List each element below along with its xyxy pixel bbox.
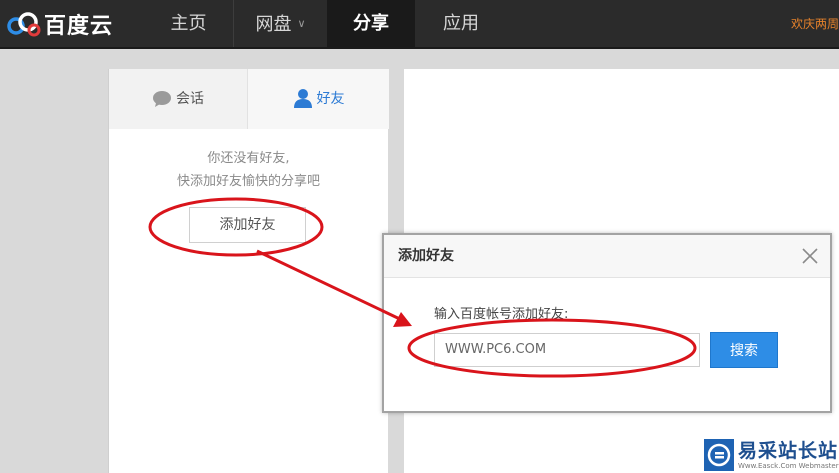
dialog-title: 添加好友 (398, 248, 454, 264)
chevron-down-icon: ∨ (297, 17, 306, 30)
account-input-label: 输入百度帐号添加好友: (434, 307, 569, 322)
logo-text: 百度云 (44, 14, 114, 39)
friends-sidebar: 会话 好友 你还没有好友, 快添加好友愉快的分享吧 添加好友 (108, 69, 389, 473)
topbar-underline (0, 47, 839, 49)
add-friend-button[interactable]: 添加好友 (189, 207, 306, 243)
dialog-header: 添加好友 (384, 235, 830, 278)
user-icon (293, 89, 312, 108)
nav-netdisk[interactable]: 网盘 ∨ (234, 0, 327, 47)
empty-state-line-1: 你还没有好友, (207, 151, 290, 166)
watermark: 易采站长站 Www.Easck.Com Webmaster (702, 437, 839, 473)
add-friend-dialog: 添加好友 输入百度帐号添加好友: WWW.PC6.COM 搜索 (382, 233, 832, 413)
nav-home-label: 主页 (170, 13, 207, 34)
account-input[interactable]: WWW.PC6.COM (434, 333, 700, 367)
nav-share-label: 分享 (353, 13, 389, 34)
nav-apps-label: 应用 (443, 13, 479, 34)
empty-state-line-2: 快添加好友愉快的分享吧 (176, 174, 320, 189)
nav-apps[interactable]: 应用 (415, 0, 507, 47)
nav-netdisk-label: 网盘 (255, 14, 292, 35)
tab-conversations-label: 会话 (176, 91, 204, 107)
top-navigation-bar: 百度云 主页 网盘 ∨ 分享 应用 欢庆两周 (0, 0, 839, 49)
watermark-main: 易采站长站 (738, 439, 839, 462)
tab-friends-label: 好友 (316, 91, 345, 107)
tab-conversations[interactable]: 会话 (109, 69, 247, 129)
watermark-logo-icon (704, 439, 734, 471)
nav-home[interactable]: 主页 (145, 0, 232, 47)
watermark-sub: Www.Easck.Com Webmaster (738, 461, 839, 470)
welcome-banner-link[interactable]: 欢庆两周 (791, 15, 839, 32)
search-button[interactable]: 搜索 (710, 332, 778, 368)
watermark-text: 易采站长站 Www.Easck.Com Webmaster (738, 440, 839, 471)
chat-bubble-icon (153, 91, 171, 107)
nav-share[interactable]: 分享 (327, 0, 415, 47)
close-icon[interactable] (800, 246, 820, 266)
cloud-logo-icon (7, 12, 41, 37)
baidu-cloud-logo[interactable]: 百度云 (4, 8, 113, 40)
sidebar-tabs: 会话 好友 (109, 69, 389, 129)
tab-friends[interactable]: 好友 (247, 69, 389, 129)
